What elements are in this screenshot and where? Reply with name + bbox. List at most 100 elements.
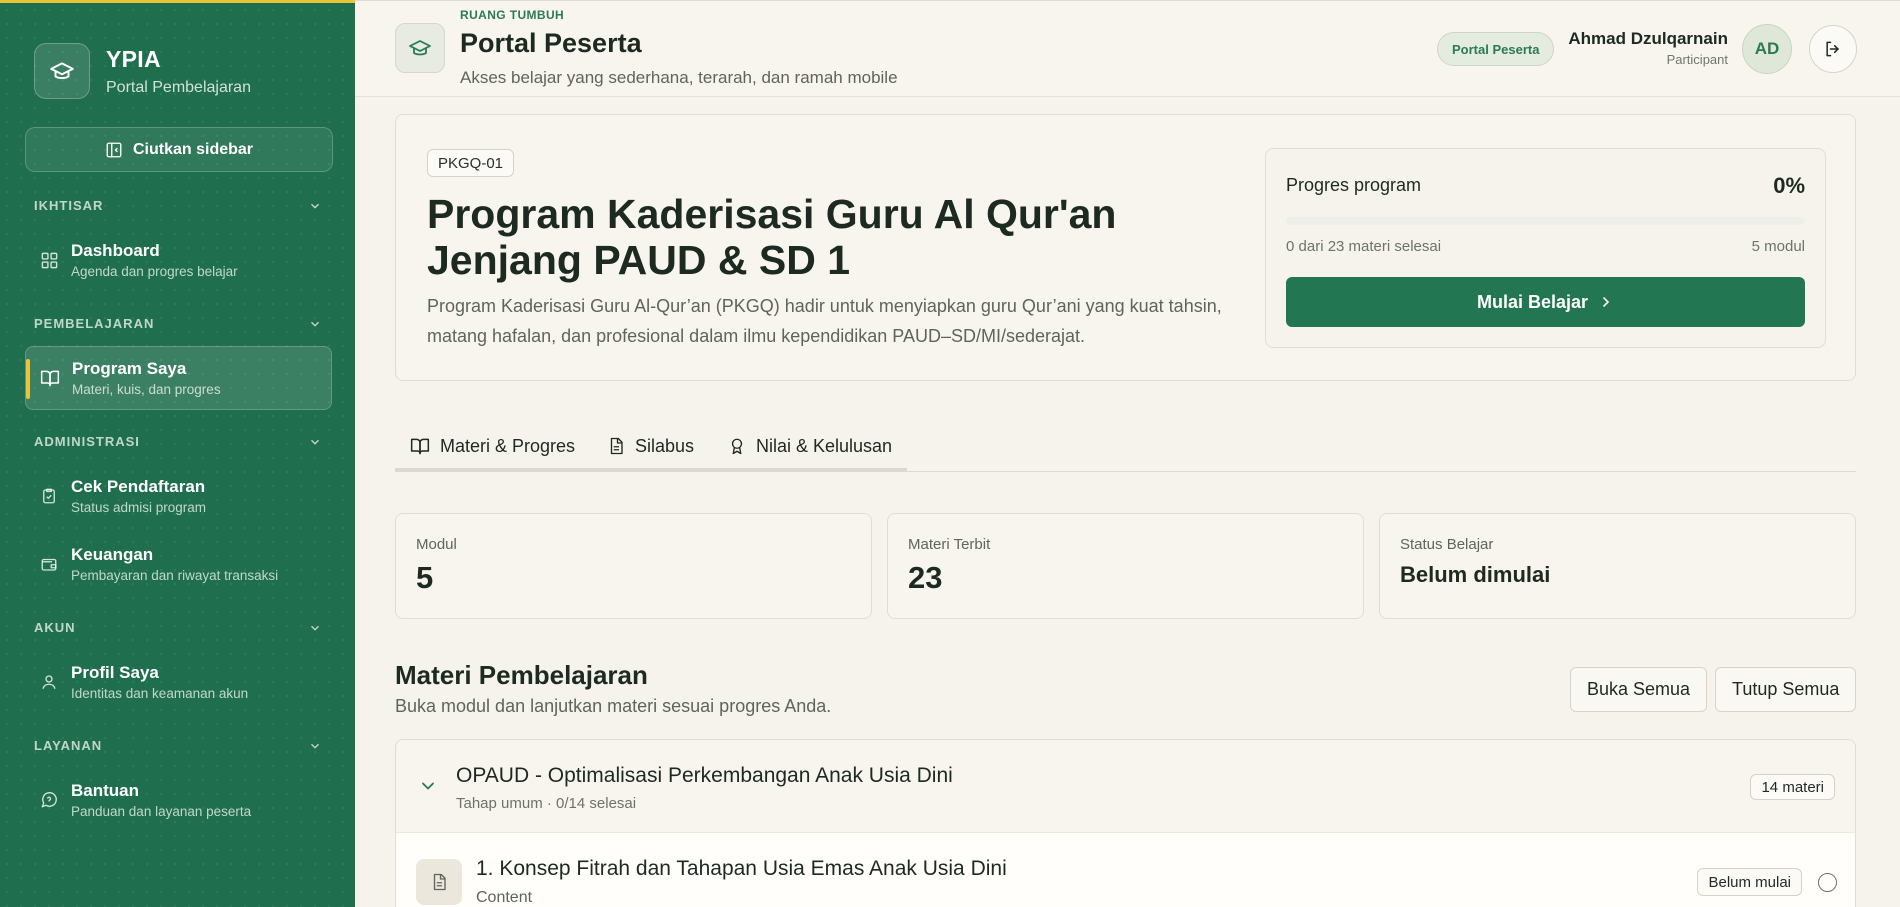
tab-label: Silabus xyxy=(635,435,695,456)
sidebar-item-sub: Materi, kuis, dan progres xyxy=(72,382,221,397)
user-role: Participant xyxy=(1666,52,1728,67)
user-name: Ahmad Dzulqarnain xyxy=(1568,29,1728,48)
avatar[interactable]: AD xyxy=(1742,24,1792,74)
sidebar-item-program-saya[interactable]: Program Saya Materi, kuis, dan progres xyxy=(25,346,332,410)
sidebar-item-dashboard[interactable]: Dashboard Agenda dan progres belajar xyxy=(25,228,332,292)
brand-title: YPIA xyxy=(106,45,161,72)
lesson-type: Content xyxy=(476,889,533,906)
sidebar-item-label: Bantuan xyxy=(71,781,139,800)
section-label: IKHTISAR xyxy=(34,198,104,213)
stat-label: Materi Terbit xyxy=(908,536,991,553)
document-icon xyxy=(610,437,623,455)
stat-value: 23 xyxy=(908,560,943,595)
progress-percent: 0% xyxy=(1773,173,1805,198)
module-title[interactable]: OPAUD - Optimalisasi Perkembangan Anak U… xyxy=(456,764,953,788)
sidebar-item-cek-pendaftaran[interactable]: Cek Pendaftaran Status admisi program xyxy=(25,464,332,528)
module-subtitle: Tahap umum · 0/14 selesai xyxy=(456,795,637,812)
program-code-badge: PKGQ-01 xyxy=(427,149,515,177)
stat-label: Modul xyxy=(416,536,457,553)
brand[interactable]: YPIA Portal Pembelajaran xyxy=(34,43,251,99)
page-title: Portal Peserta xyxy=(460,28,642,58)
program-title: Program Kaderisasi Guru Al Qur'an Jenjan… xyxy=(427,191,1117,283)
program-description: Program Kaderisasi Guru Al-Qur’an (PKGQ)… xyxy=(427,296,1222,346)
collapse-all-button[interactable]: Tutup Semua xyxy=(1715,667,1857,712)
document-icon xyxy=(416,859,462,905)
lesson-row[interactable]: 1. Konsep Fitrah dan Tahapan Usia Emas A… xyxy=(396,832,1855,907)
chevron-down-icon xyxy=(311,439,319,445)
stat-card-status-belajar: Status Belajar Belum dimulai xyxy=(1379,513,1856,619)
sidebar-item-bantuan[interactable]: Bantuan Panduan dan layanan peserta xyxy=(25,768,332,832)
stat-card-materi-terbit: Materi Terbit 23 xyxy=(887,513,1364,619)
sidebar-item-keuangan[interactable]: Keuangan Pembayaran dan riwayat transaks… xyxy=(25,532,332,596)
user-icon xyxy=(37,673,61,691)
sidebar-item-profil-saya[interactable]: Profil Saya Identitas dan keamanan akun xyxy=(25,650,332,714)
section-administrasi[interactable]: ADMINISTRASI xyxy=(34,434,322,449)
graduation-cap-icon xyxy=(395,23,445,73)
chevron-down-icon xyxy=(311,625,319,631)
section-label: LAYANAN xyxy=(34,738,103,753)
header-eyebrow: RUANG TUMBUH xyxy=(460,8,565,22)
logout-button[interactable] xyxy=(1809,25,1857,73)
dashboard-icon xyxy=(37,251,61,270)
award-icon xyxy=(731,438,743,455)
sidebar-item-label: Program Saya xyxy=(72,359,187,378)
chevron-right-icon xyxy=(1603,297,1610,307)
collapse-sidebar-label: Ciutkan sidebar xyxy=(132,140,254,158)
section-label: AKUN xyxy=(34,620,76,635)
sidebar-collapse-icon xyxy=(106,142,122,157)
section-pembelajaran[interactable]: PEMBELAJARAN xyxy=(34,316,322,331)
book-icon xyxy=(38,368,62,388)
logout-icon xyxy=(1826,41,1839,57)
progress-count: 0 dari 23 materi selesai xyxy=(1286,238,1442,255)
section-akun[interactable]: AKUN xyxy=(34,620,322,635)
section-ikhtisar[interactable]: IKHTISAR xyxy=(34,198,322,213)
top-header: RUANG TUMBUH Portal Peserta Akses belaja… xyxy=(355,0,1900,97)
section-label: PEMBELAJARAN xyxy=(34,316,155,331)
sidebar-item-sub: Panduan dan layanan peserta xyxy=(71,804,252,819)
tab-nilai-kelulusan[interactable]: Nilai & Kelulusan xyxy=(728,420,892,472)
lesson-title: 1. Konsep Fitrah dan Tahapan Usia Emas A… xyxy=(476,857,1007,880)
sidebar-item-sub: Status admisi program xyxy=(71,500,207,515)
brand-subtitle: Portal Pembelajaran xyxy=(106,78,251,96)
stat-value: Belum dimulai xyxy=(1400,562,1551,587)
chevron-down-icon[interactable] xyxy=(418,776,438,801)
chevron-down-icon xyxy=(311,203,319,209)
section-layanan[interactable]: LAYANAN xyxy=(34,738,322,753)
start-learning-button[interactable]: Mulai Belajar xyxy=(1286,277,1805,327)
tab-materi-progres[interactable]: Materi & Progres xyxy=(410,420,575,472)
page-subtitle: Akses belajar yang sederhana, terarah, d… xyxy=(460,68,898,87)
program-hero: PKGQ-01 Program Kaderisasi Guru Al Qur'a… xyxy=(395,114,1856,381)
section-label: ADMINISTRASI xyxy=(34,434,140,449)
chevron-down-icon xyxy=(311,321,319,327)
progress-modules: 5 modul xyxy=(1751,238,1805,255)
sidebar-item-sub: Identitas dan keamanan akun xyxy=(71,686,249,701)
sidebar-item-label: Dashboard xyxy=(71,241,160,260)
sidebar-item-label: Profil Saya xyxy=(71,663,159,682)
program-tabs: Materi & Progres Silabus Nilai & Kelulus… xyxy=(395,420,1856,472)
graduation-cap-icon xyxy=(34,43,90,99)
help-chat-icon xyxy=(37,791,61,809)
sidebar-item-sub: Agenda dan progres belajar xyxy=(71,264,238,279)
materi-section-subtitle: Buka modul dan lanjutkan materi sesuai p… xyxy=(395,696,832,716)
stat-value: 5 xyxy=(416,560,434,595)
tab-label: Nilai & Kelulusan xyxy=(756,435,893,456)
tab-silabus[interactable]: Silabus xyxy=(607,420,694,472)
expand-all-button[interactable]: Buka Semua xyxy=(1570,667,1708,712)
progress-label: Progres program xyxy=(1286,175,1422,195)
clipboard-check-icon xyxy=(37,487,61,505)
sidebar-item-label: Cek Pendaftaran xyxy=(71,477,206,496)
book-open-icon xyxy=(410,438,430,455)
collapse-sidebar-button[interactable]: Ciutkan sidebar xyxy=(25,127,333,172)
chevron-down-icon xyxy=(311,743,319,749)
wallet-icon xyxy=(37,555,61,573)
lesson-complete-radio[interactable] xyxy=(1818,873,1837,892)
lesson-status-badge: Belum mulai xyxy=(1697,868,1802,896)
stat-card-modul: Modul 5 xyxy=(395,513,872,619)
role-badge: Portal Peserta xyxy=(1437,32,1555,66)
sidebar-item-label: Keuangan xyxy=(71,545,154,564)
sidebar: YPIA Portal Pembelajaran Ciutkan sidebar… xyxy=(0,0,355,907)
module-accordion: OPAUD - Optimalisasi Perkembangan Anak U… xyxy=(395,739,1856,907)
start-learning-label: Mulai Belajar xyxy=(1476,291,1589,312)
tab-label: Materi & Progres xyxy=(440,435,576,456)
materi-section-title: Materi Pembelajaran xyxy=(395,660,648,690)
